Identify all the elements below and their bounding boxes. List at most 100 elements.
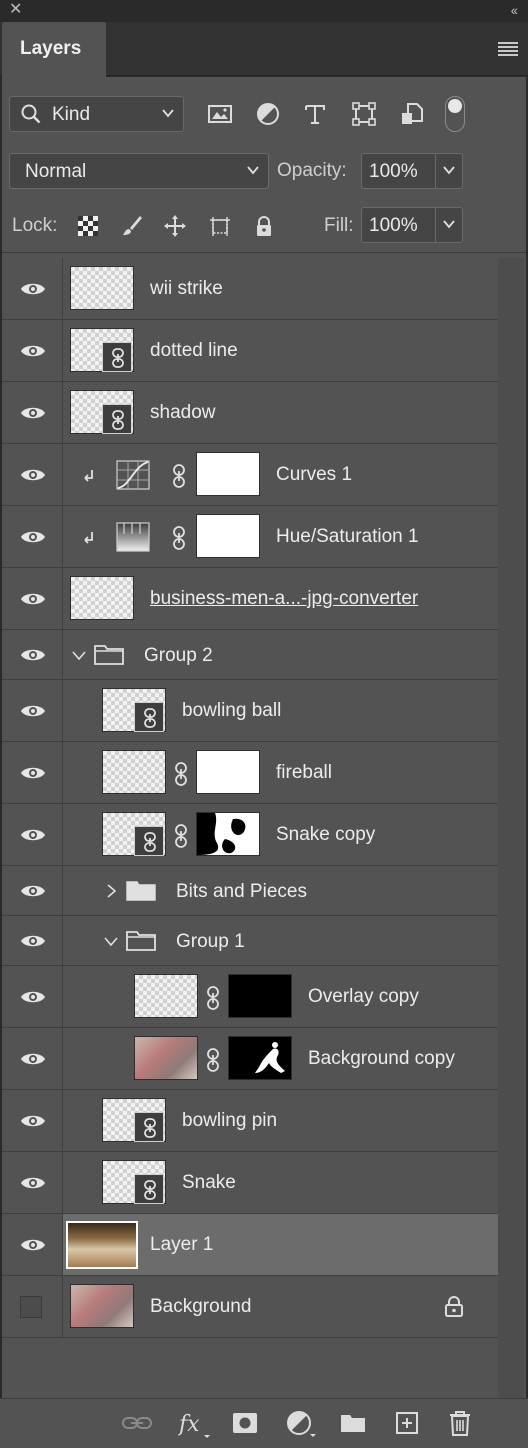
kind-filter-label: Kind [52, 104, 91, 125]
eye-icon [21, 407, 45, 418]
visibility-toggle[interactable] [2, 1276, 63, 1337]
visibility-toggle[interactable] [2, 1090, 63, 1151]
eye-icon [21, 767, 45, 778]
opacity-field[interactable]: 100% [361, 153, 463, 189]
lock-label: Lock: [12, 215, 58, 236]
mask-link-icon[interactable] [172, 464, 186, 488]
fx-layer-style-icon[interactable]: fx [178, 1411, 212, 1439]
layer-name: business-men-a...-jpg-converter [150, 588, 419, 609]
group-row[interactable]: Group 1 [2, 916, 498, 966]
folder-icon [126, 931, 156, 951]
layer-row[interactable]: Background [2, 1276, 498, 1338]
visibility-toggle[interactable] [2, 630, 63, 679]
layer-row[interactable]: Snake [2, 1152, 498, 1214]
lock-icon [445, 1296, 463, 1317]
visibility-toggle[interactable] [2, 320, 63, 381]
group-row[interactable]: Bits and Pieces [2, 866, 498, 916]
visibility-toggle[interactable] [2, 916, 63, 965]
close-panel-button[interactable]: ✕ [9, 1, 22, 19]
link-layers-icon[interactable] [122, 1415, 152, 1431]
visibility-toggle[interactable] [2, 1152, 63, 1213]
tab-layers[interactable]: Layers [2, 22, 106, 77]
layer-row[interactable]: fireball [2, 742, 498, 804]
layer-row[interactable]: Hue/Saturation 1 [2, 506, 498, 568]
new-adjustment-layer-icon[interactable] [286, 1410, 318, 1438]
adjustment-filter-icon[interactable] [255, 101, 281, 127]
lock-transparent-pixels-icon[interactable] [76, 214, 100, 238]
smart-object-badge-icon [102, 342, 132, 372]
visibility-toggle[interactable] [2, 804, 63, 865]
visibility-toggle[interactable] [2, 568, 63, 629]
eye-icon [21, 1177, 45, 1188]
eye-icon [21, 531, 45, 542]
chevron-down-icon[interactable] [442, 217, 456, 231]
layer-row[interactable]: Overlay copy [2, 966, 498, 1028]
mask-link-icon[interactable] [172, 526, 186, 550]
mask-link-icon[interactable] [174, 824, 188, 848]
visibility-toggle[interactable] [2, 506, 63, 567]
visibility-toggle[interactable] [2, 866, 63, 915]
layer-row[interactable]: bowling pin [2, 1090, 498, 1152]
layer-row-selected[interactable]: Layer 1 [2, 1214, 498, 1276]
new-layer-icon[interactable] [395, 1411, 419, 1435]
layer-mask-thumbnail[interactable] [228, 974, 292, 1018]
layer-name: Overlay copy [308, 986, 419, 1007]
group-row[interactable]: Group 2 [2, 630, 498, 680]
layer-row[interactable]: shadow [2, 382, 498, 444]
layer-name: bowling ball [182, 700, 282, 721]
visibility-toggle[interactable] [2, 444, 63, 505]
mask-link-icon[interactable] [206, 1048, 220, 1072]
curves-adjustment-icon [116, 460, 150, 490]
visibility-toggle[interactable] [2, 1028, 63, 1089]
lock-image-pixels-brush-icon[interactable] [120, 214, 144, 238]
eye-icon [21, 283, 45, 294]
add-mask-icon[interactable] [232, 1412, 258, 1434]
layer-mask-thumbnail[interactable] [196, 452, 260, 496]
layer-row[interactable]: dotted line [2, 320, 498, 382]
visibility-toggle[interactable] [2, 1214, 63, 1275]
layer-row[interactable]: Curves 1 [2, 444, 498, 506]
layer-row[interactable]: Snake copy [2, 804, 498, 866]
blend-mode-dropdown[interactable]: Normal [9, 153, 269, 189]
new-group-folder-icon[interactable] [340, 1413, 366, 1433]
visibility-toggle[interactable] [2, 742, 63, 803]
lock-artboard-icon[interactable] [208, 214, 232, 238]
layer-list-scrollbar[interactable] [498, 258, 524, 1398]
visibility-toggle[interactable] [2, 966, 63, 1027]
layer-row[interactable]: bowling ball [2, 680, 498, 742]
visibility-toggle[interactable] [2, 680, 63, 741]
kind-filter-dropdown[interactable]: Kind [9, 96, 184, 132]
filter-toggle-switch[interactable] [445, 96, 465, 132]
chevron-down-icon[interactable] [72, 648, 86, 662]
lock-all-icon[interactable] [252, 214, 276, 238]
mask-link-icon[interactable] [174, 762, 188, 786]
layer-row[interactable]: wii strike [2, 258, 498, 320]
layer-row[interactable]: business-men-a...-jpg-converter [2, 568, 498, 630]
layer-name: Snake copy [276, 824, 376, 845]
visibility-toggle[interactable] [2, 382, 63, 443]
panel-top-strip: ✕ ‹‹ [0, 0, 528, 22]
shape-filter-icon[interactable] [351, 101, 377, 127]
visibility-off-box [20, 1295, 42, 1318]
image-filter-icon[interactable] [207, 101, 233, 127]
chevron-right-icon[interactable] [104, 884, 118, 898]
mask-link-icon[interactable] [206, 986, 220, 1010]
layer-mask-thumbnail[interactable] [228, 1036, 292, 1080]
layer-mask-thumbnail[interactable] [196, 812, 260, 856]
collapse-panel-button[interactable]: ‹‹ [511, 1, 518, 19]
visibility-toggle[interactable] [2, 258, 63, 319]
layer-row[interactable]: Background copy [2, 1028, 498, 1090]
layer-thumbnail [70, 1284, 134, 1328]
smart-object-filter-icon[interactable] [399, 101, 425, 127]
fill-field[interactable]: 100% [361, 207, 463, 243]
eye-icon [21, 593, 45, 604]
chevron-down-icon[interactable] [442, 163, 456, 177]
type-filter-icon[interactable] [302, 101, 328, 127]
lock-position-move-icon[interactable] [163, 214, 187, 238]
layer-mask-thumbnail[interactable] [196, 514, 260, 558]
layer-mask-thumbnail[interactable] [196, 750, 260, 794]
layer-name: shadow [150, 402, 216, 423]
panel-menu-icon[interactable] [498, 42, 518, 56]
chevron-down-icon[interactable] [104, 934, 118, 948]
delete-layer-trash-icon[interactable] [449, 1410, 471, 1436]
